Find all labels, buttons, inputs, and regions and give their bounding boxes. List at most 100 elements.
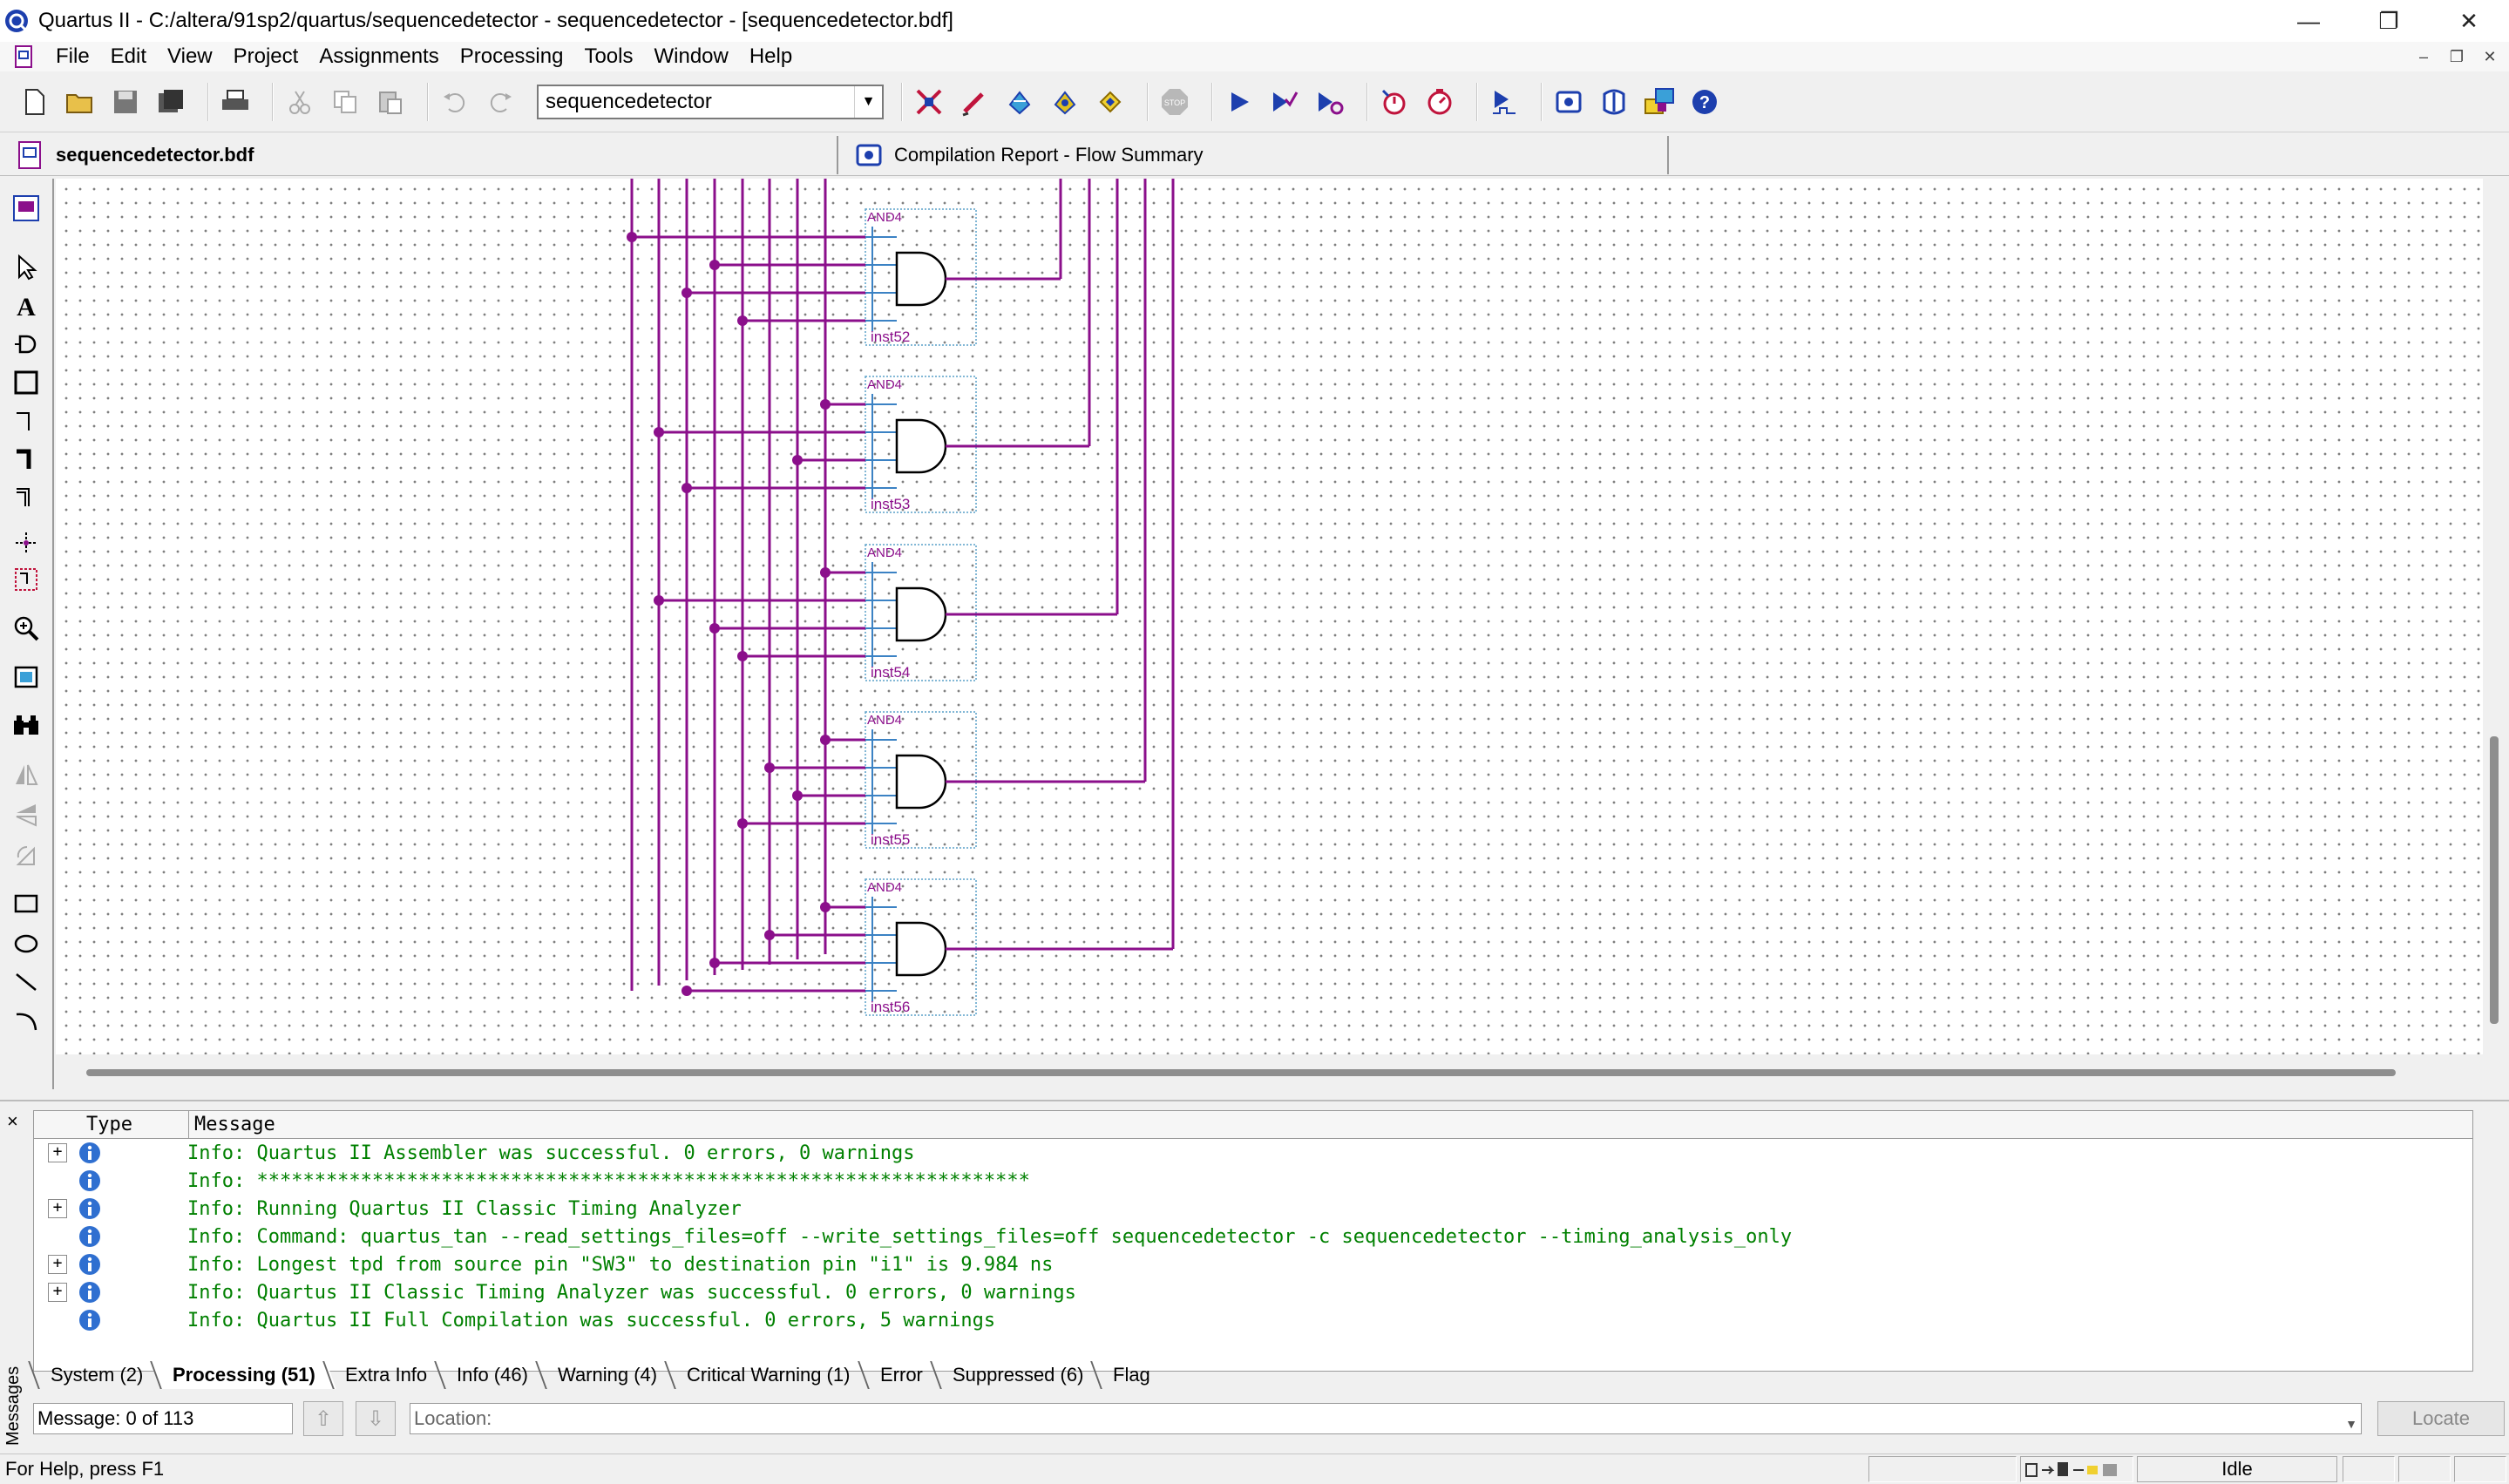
timequest-analyzer-icon[interactable] [1422,85,1457,119]
selection-tool-icon[interactable] [9,250,44,285]
menu-edit[interactable]: Edit [100,42,157,71]
message-row[interactable]: + Info: Running Quartus II Classic Timing… [34,1195,2472,1223]
horizontal-scroll-thumb[interactable] [86,1069,2396,1076]
zoom-tool-icon[interactable] [9,611,44,646]
message-row[interactable]: Info: Quartus II Full Compilation was su… [34,1306,2472,1334]
help-icon[interactable]: ? [1687,85,1722,119]
close-button[interactable]: ✕ [2429,0,2509,42]
new-file-icon[interactable] [17,85,52,119]
orthogonal-conduit-tool-icon[interactable] [9,480,44,515]
timing-analysis-icon[interactable] [1377,85,1412,119]
column-header-message[interactable]: Message [189,1111,275,1138]
messages-table[interactable]: Type Message + Info: Quartus II Assembler… [33,1110,2473,1372]
rectangle-tool-icon[interactable] [9,886,44,921]
mdi-close-icon[interactable]: ✕ [2479,46,2500,67]
programmer-icon[interactable] [1597,85,1631,119]
redo-icon[interactable] [483,85,518,119]
palette-dock-icon[interactable] [9,191,44,226]
tab-warning[interactable]: Warning (4) [535,1361,679,1389]
stop-icon[interactable]: STOP [1157,85,1192,119]
arc-tool-icon[interactable] [9,1003,44,1038]
chip-planner-icon[interactable] [1048,85,1082,119]
expand-icon[interactable]: + [48,1255,67,1274]
tab-info[interactable]: Info (46) [434,1361,550,1389]
assignment-editor-icon[interactable] [957,85,992,119]
compilation-report-icon[interactable] [1551,85,1586,119]
location-field[interactable]: Location: ▼ [410,1403,2362,1434]
next-message-icon[interactable]: ⇩ [356,1401,396,1436]
project-hierarchy-combo[interactable]: sequencedetector ▼ [537,84,884,119]
expand-icon[interactable]: + [48,1283,67,1302]
previous-message-icon[interactable]: ⇧ [303,1401,343,1436]
simulator-icon[interactable] [1487,85,1522,119]
pin-planner-icon[interactable] [1002,85,1037,119]
mdi-restore-icon[interactable]: ❐ [2446,46,2467,67]
tab-critical-warning[interactable]: Critical Warning (1) [664,1361,871,1389]
symbol-tool-icon[interactable] [9,327,44,362]
chevron-down-icon[interactable]: ▼ [2345,1409,2357,1439]
cut-icon[interactable] [282,85,317,119]
flip-vertical-icon[interactable] [9,797,44,832]
message-row[interactable]: Info: **********************************… [34,1167,2472,1195]
chevron-down-icon[interactable]: ▼ [854,85,882,118]
expand-icon[interactable]: + [48,1143,67,1162]
vertical-scrollbar[interactable] [2483,179,2509,1054]
menu-assignments[interactable]: Assignments [309,42,449,71]
analysis-synthesis-icon[interactable] [1267,85,1302,119]
menu-window[interactable]: Window [643,42,738,71]
restore-button[interactable]: ❐ [2349,0,2429,42]
tab-processing[interactable]: Processing (51) [150,1361,337,1389]
start-compilation-icon[interactable] [1222,85,1257,119]
menu-file[interactable]: File [45,42,100,71]
menu-view[interactable]: View [157,42,223,71]
paste-icon[interactable] [373,85,408,119]
orthogonal-node-tool-icon[interactable] [9,403,44,438]
rtl-viewer-icon[interactable] [1642,85,1677,119]
column-header-type[interactable]: Type [34,1111,189,1138]
minimize-button[interactable]: — [2268,0,2349,42]
mdi-minimize-icon[interactable]: – [2413,46,2434,67]
copy-icon[interactable] [328,85,363,119]
message-row[interactable]: + Info: Quartus II Assembler was successf… [34,1139,2472,1167]
menu-help[interactable]: Help [739,42,803,71]
tab-flag[interactable]: Flag [1090,1361,1171,1389]
save-icon[interactable] [108,85,143,119]
locate-button[interactable]: Locate [2377,1401,2505,1436]
menu-processing[interactable]: Processing [450,42,574,71]
rotate-left-icon[interactable] [9,837,44,872]
block-tool-icon[interactable] [9,365,44,400]
message-row[interactable]: + Info: Longest tpd from source pin "SW3"… [34,1250,2472,1278]
tab-compilation-report[interactable]: Compilation Report - Flow Summary [837,136,1669,174]
line-tool-icon[interactable] [9,965,44,999]
partial-line-selection-icon[interactable] [9,562,44,597]
text-tool-icon[interactable]: A [9,288,44,323]
tab-extra-info[interactable]: Extra Info [322,1361,449,1389]
flip-horizontal-icon[interactable] [9,757,44,792]
expand-icon[interactable]: + [48,1199,67,1218]
rubberbanding-tool-icon[interactable] [9,525,44,560]
print-icon[interactable] [218,85,253,119]
tab-system[interactable]: System (2) [28,1361,165,1389]
tab-error[interactable]: Error [858,1361,944,1389]
message-row[interactable]: + Info: Quartus II Classic Timing Analyze… [34,1278,2472,1306]
save-all-icon[interactable] [153,85,188,119]
tab-schematic-file[interactable]: sequencedetector.bdf [0,136,837,174]
undo-icon[interactable] [437,85,472,119]
close-icon[interactable]: × [7,1110,18,1133]
open-folder-icon[interactable] [63,85,98,119]
horizontal-scrollbar[interactable] [56,1054,2483,1089]
oval-tool-icon[interactable] [9,926,44,961]
design-partition-icon[interactable] [1093,85,1128,119]
compiler-tool-icon[interactable] [912,85,946,119]
message-row[interactable]: Info: Command: quartus_tan --read_settin… [34,1223,2472,1250]
menu-tools[interactable]: Tools [573,42,643,71]
document-system-menu-icon[interactable] [12,44,37,69]
schematic-canvas[interactable]: AND4 inst52 AND4 inst53 AND4 inst54 AND4 inst55… [56,179,2483,1054]
find-icon[interactable] [9,708,44,743]
menu-project[interactable]: Project [223,42,309,71]
full-screen-icon[interactable] [9,660,44,695]
start-fitter-icon[interactable] [1312,85,1347,119]
orthogonal-bus-tool-icon[interactable] [9,442,44,477]
vertical-scroll-thumb[interactable] [2490,736,2499,1024]
tab-suppressed[interactable]: Suppressed (6) [929,1361,1104,1389]
